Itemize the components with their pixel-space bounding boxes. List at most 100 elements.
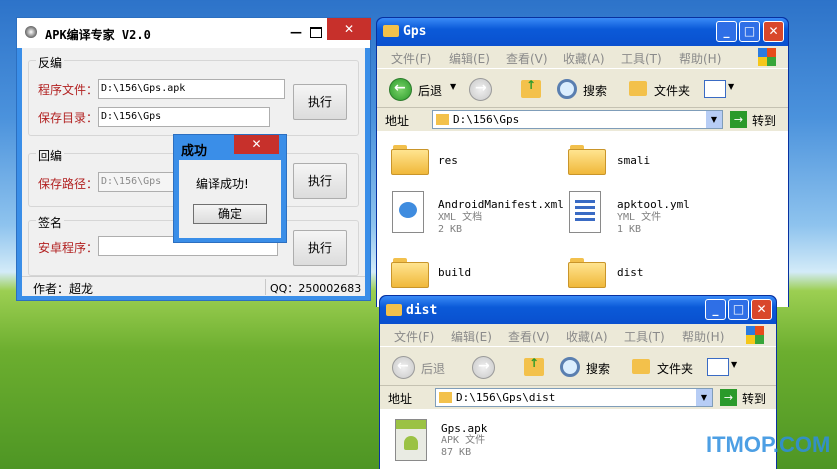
item-type: APK 文件 [441,435,486,446]
back-button[interactable]: 后退 [418,82,442,99]
gps-address-bar: 地址 D:\156\Gps ▼ → 转到 [377,107,788,132]
item-type: YML 文件 [617,212,662,223]
sign-execute-button[interactable]: 执行 [293,230,347,266]
maximize-icon[interactable]: □ [728,299,749,320]
recompile-execute-button[interactable]: 执行 [293,163,347,199]
menu-edit[interactable]: 编辑(E) [451,328,492,345]
menu-view[interactable]: 查看(V) [506,50,548,67]
address-label: 地址 [388,392,413,406]
search-button[interactable]: 搜索 [586,360,610,377]
forward-arrow-icon[interactable]: → [469,78,492,101]
search-icon[interactable] [557,79,577,99]
back-arrow-icon[interactable]: ← [392,356,415,379]
item-name: smali [617,154,651,167]
menu-tools[interactable]: 工具(T) [624,328,665,345]
dist-window-title: dist [406,303,438,318]
item-type: XML 文档 [438,212,483,223]
folder-icon [568,145,606,175]
dialog-message: 编译成功! [196,177,249,191]
apk-window-title: APK编译专家 V2.0 [45,28,151,42]
menu-file[interactable]: 文件(F) [391,50,431,67]
minimize-icon[interactable]: _ [705,299,726,320]
item-name: build [438,266,472,279]
save-path-field[interactable]: D:\156\Gps [98,172,178,192]
save-dir-label: 保存目录： [38,111,99,125]
menu-help[interactable]: 帮助(H) [679,50,721,67]
close-icon[interactable]: ✕ [751,299,772,320]
folder-icon [436,114,449,125]
folder-icon [391,258,429,288]
folder-icon [386,304,402,316]
dialog-close-button[interactable]: ✕ [234,135,279,154]
gps-window-title: Gps [403,24,427,39]
folder-icon [391,145,429,175]
windows-logo-icon [758,48,776,66]
dialog-ok-button[interactable]: 确定 [193,204,267,224]
go-button[interactable]: 转到 [752,112,776,129]
up-folder-icon[interactable]: ↑ [521,78,541,98]
gps-menubar: 文件(F) 编辑(E) 查看(V) 收藏(A) 工具(T) 帮助(H) [377,46,788,68]
item-name: res [438,154,458,167]
views-icon[interactable] [704,80,726,98]
go-arrow-icon[interactable]: → [730,111,747,128]
maximize-icon[interactable]: □ [739,21,760,42]
decompile-execute-button[interactable]: 执行 [293,84,347,120]
dist-titlebar[interactable]: dist _ □ ✕ [380,296,776,324]
folders-icon[interactable] [632,359,650,374]
dist-toolbar: ← 后退 → ↑ 搜索 文件夹 ▼ [380,346,776,385]
dialog-titlebar[interactable]: 成功 ✕ [174,135,286,159]
watermark-text: ITMOP.COM [706,432,831,457]
forward-arrow-icon[interactable]: → [472,356,495,379]
gps-titlebar[interactable]: Gps _ □ ✕ [377,18,788,46]
menu-favorites[interactable]: 收藏(A) [563,50,605,67]
menu-file[interactable]: 文件(F) [394,328,434,345]
address-input[interactable]: D:\156\Gps ▼ [432,110,723,129]
address-dropdown-icon[interactable]: ▼ [696,389,712,406]
chevron-down-icon[interactable]: ▼ [450,82,456,91]
close-icon: ✕ [251,137,262,151]
item-name: Gps.apk [441,422,488,435]
address-value: D:\156\Gps\dist [456,391,556,404]
recompile-group-title: 回编 [36,147,65,164]
search-icon[interactable] [560,357,580,377]
search-button[interactable]: 搜索 [583,82,607,99]
close-button[interactable]: ✕ [327,18,371,40]
explorer-window-gps: Gps _ □ ✕ 文件(F) 编辑(E) 查看(V) 收藏(A) 工具(T) … [376,17,789,307]
menu-view[interactable]: 查看(V) [508,328,550,345]
views-dropdown-icon[interactable]: ▼ [728,82,734,91]
gps-toolbar: ← 后退 ▼ → ↑ 搜索 文件夹 ▼ [377,68,788,107]
address-value: D:\156\Gps [453,113,520,126]
save-dir-field[interactable]: D:\156\Gps [98,107,270,127]
apk-file-icon [395,419,427,461]
program-file-label: 程序文件： [38,83,99,97]
minimize-icon[interactable]: — [290,25,302,39]
item-name: AndroidManifest.xml [438,198,564,211]
address-dropdown-icon[interactable]: ▼ [706,111,722,128]
folder-icon [383,25,399,37]
item-size: 1 KB [617,224,642,235]
menu-favorites[interactable]: 收藏(A) [566,328,608,345]
views-icon[interactable] [707,358,729,376]
folders-button[interactable]: 文件夹 [654,82,690,99]
maximize-icon[interactable] [305,22,327,42]
views-dropdown-icon[interactable]: ▼ [731,360,737,369]
close-icon[interactable]: ✕ [763,21,784,42]
back-button[interactable]: 后退 [421,360,445,377]
save-path-label: 保存路径： [38,177,99,191]
folders-icon[interactable] [629,81,647,96]
back-arrow-icon[interactable]: ← [389,78,412,101]
go-button[interactable]: 转到 [742,390,766,407]
address-input[interactable]: D:\156\Gps\dist ▼ [435,388,713,407]
item-name: dist [617,266,644,279]
minimize-icon[interactable]: _ [716,21,737,42]
close-icon: ✕ [343,22,355,36]
apk-titlebar[interactable]: APK编译专家 V2.0 — ✕ [17,18,371,48]
menu-help[interactable]: 帮助(H) [682,328,724,345]
up-folder-icon[interactable]: ↑ [524,356,544,376]
go-arrow-icon[interactable]: → [720,389,737,406]
menu-edit[interactable]: 编辑(E) [449,50,490,67]
folder-icon [568,258,606,288]
folders-button[interactable]: 文件夹 [657,360,693,377]
menu-tools[interactable]: 工具(T) [621,50,662,67]
program-file-field[interactable]: D:\156\Gps.apk [98,79,285,99]
